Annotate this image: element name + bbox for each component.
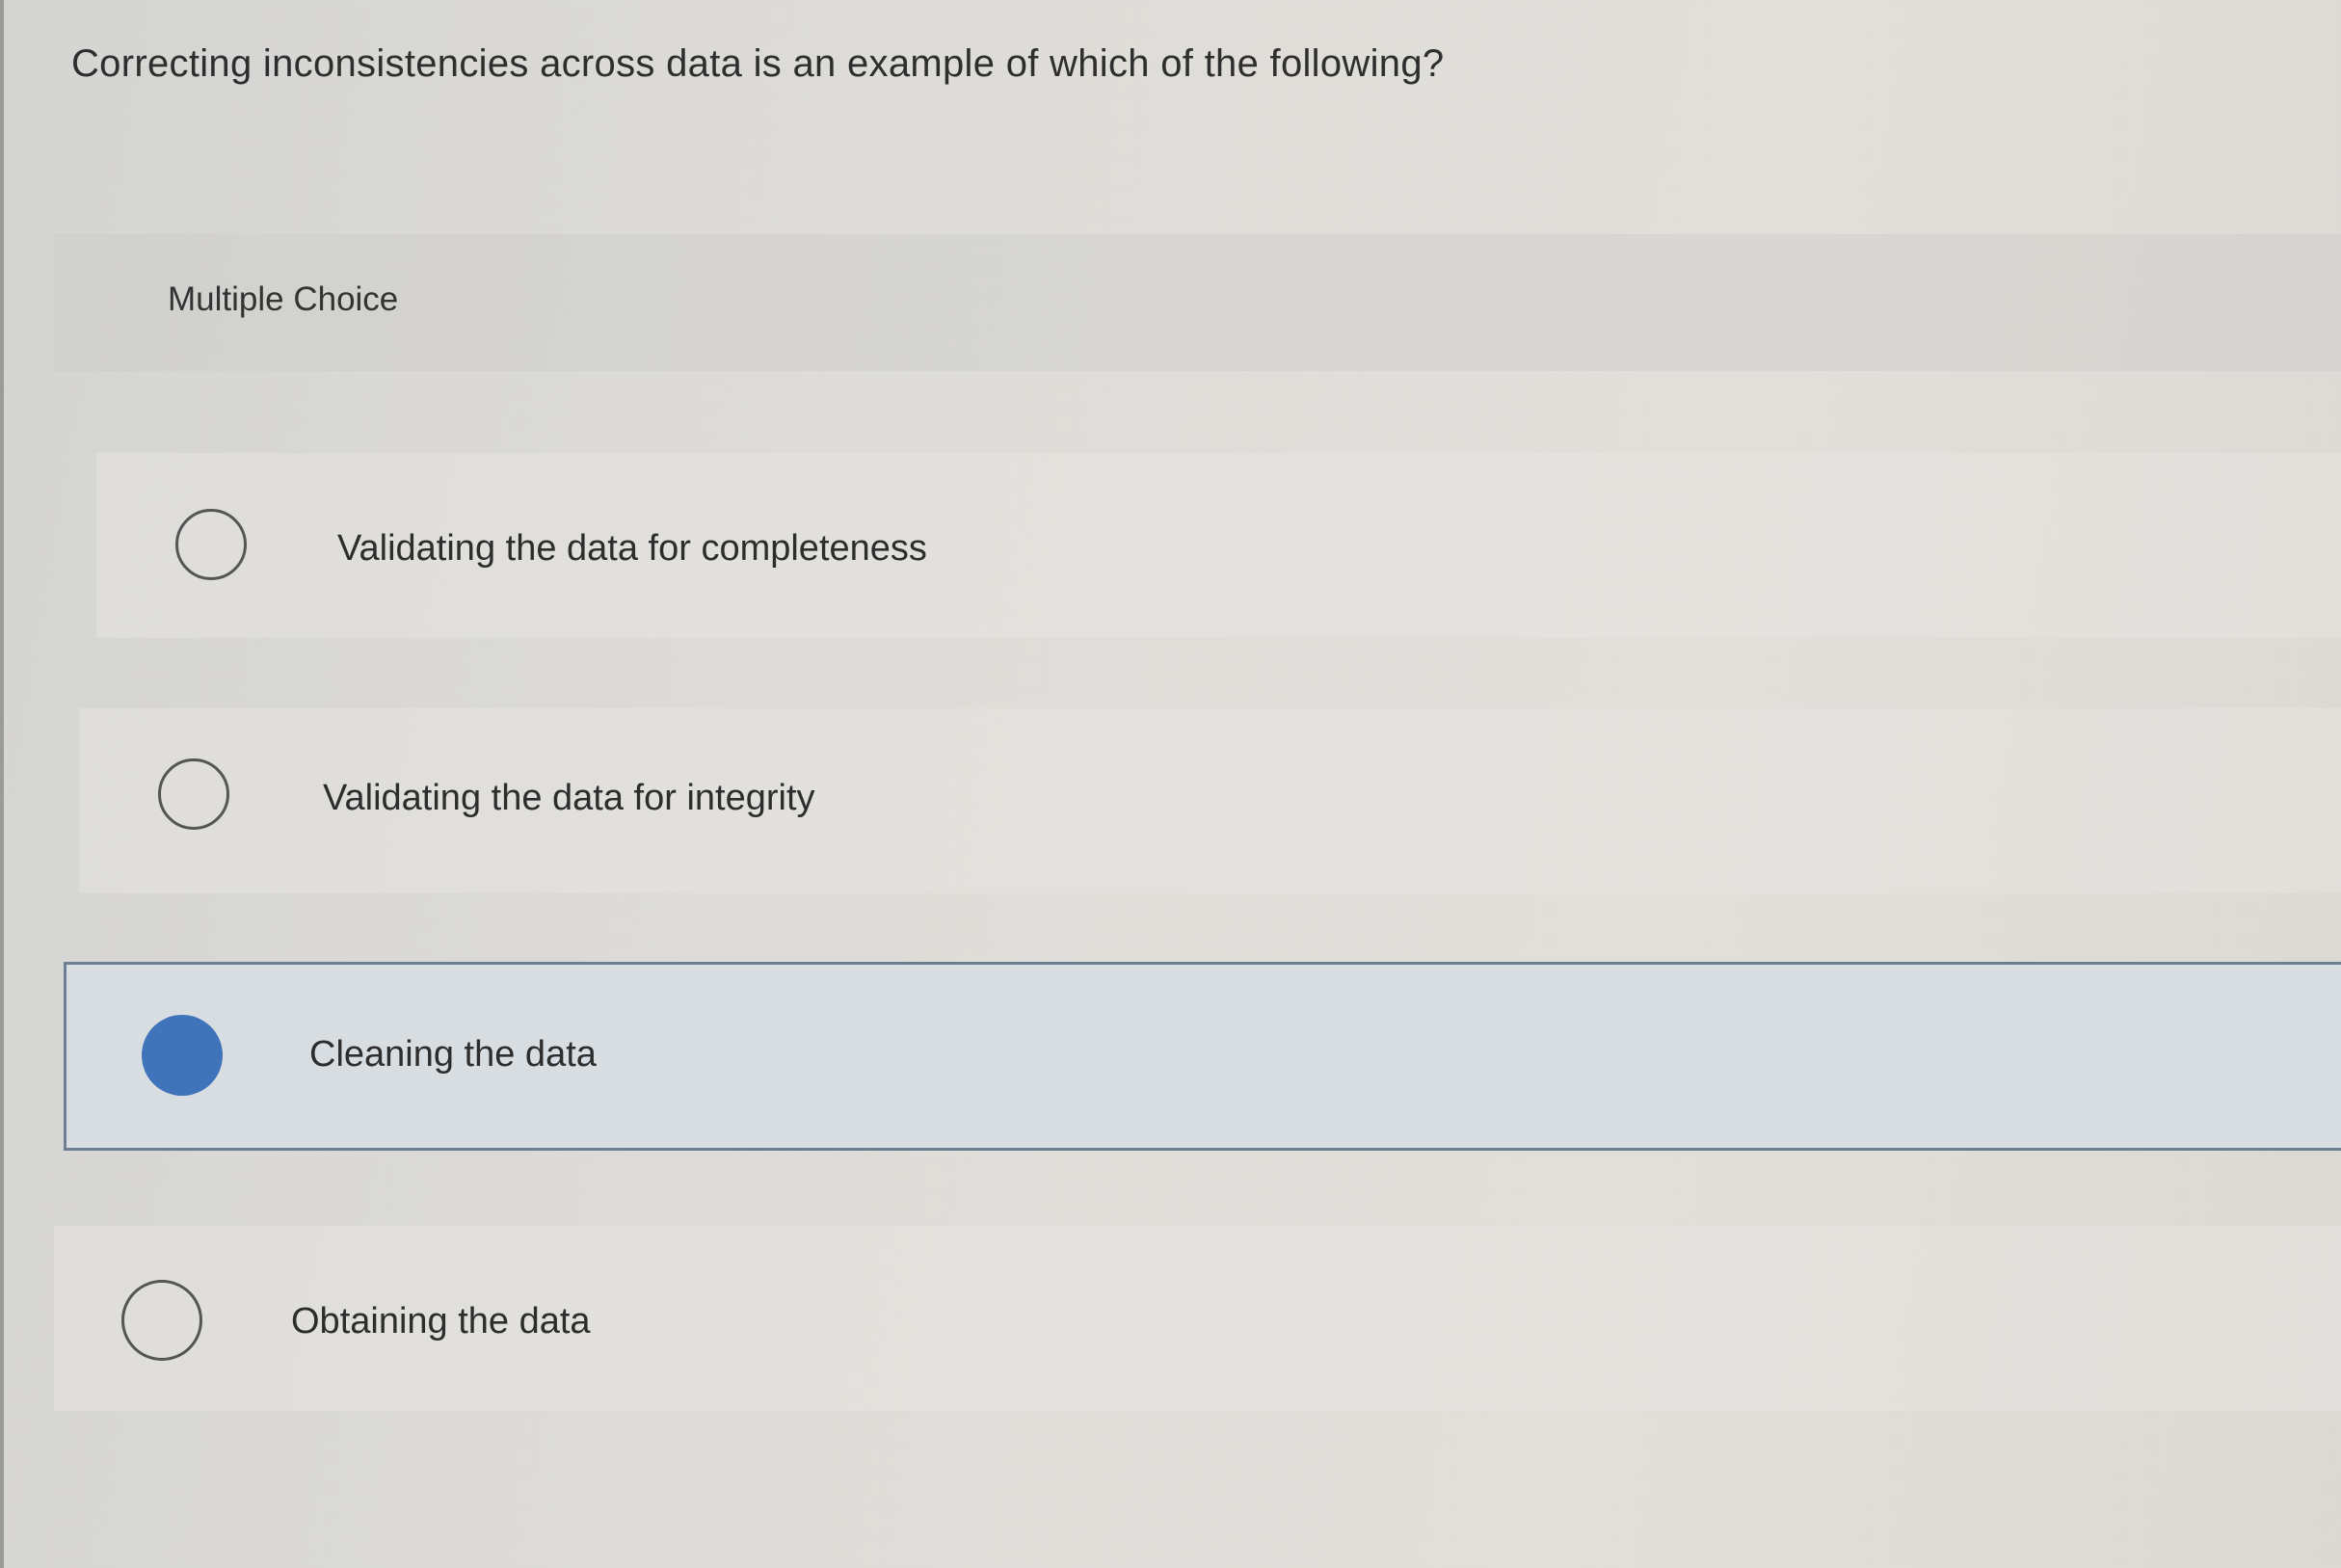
radio-button-unchecked[interactable]: [175, 509, 247, 580]
answer-option-3[interactable]: Cleaning the data: [64, 962, 2341, 1151]
question-text: Correcting inconsistencies across data i…: [71, 42, 1445, 85]
screen-edge: [0, 0, 4, 1568]
radio-button-unchecked[interactable]: [158, 758, 229, 830]
question-type-header: Multiple Choice: [54, 234, 2341, 371]
answer-option-label: Cleaning the data: [309, 1034, 597, 1075]
answer-option-4[interactable]: Obtaining the data: [54, 1226, 2341, 1411]
question-type-label: Multiple Choice: [168, 280, 399, 318]
answer-option-label: Obtaining the data: [291, 1301, 591, 1342]
answer-option-label: Validating the data for integrity: [323, 778, 815, 818]
answer-option-label: Validating the data for completeness: [337, 528, 927, 569]
answer-option-1[interactable]: Validating the data for completeness: [96, 453, 2341, 638]
quiz-page: Correcting inconsistencies across data i…: [0, 0, 2341, 1568]
radio-button-checked[interactable]: [142, 1015, 223, 1096]
answer-option-2[interactable]: Validating the data for integrity: [79, 708, 2341, 893]
radio-button-unchecked[interactable]: [121, 1280, 202, 1361]
